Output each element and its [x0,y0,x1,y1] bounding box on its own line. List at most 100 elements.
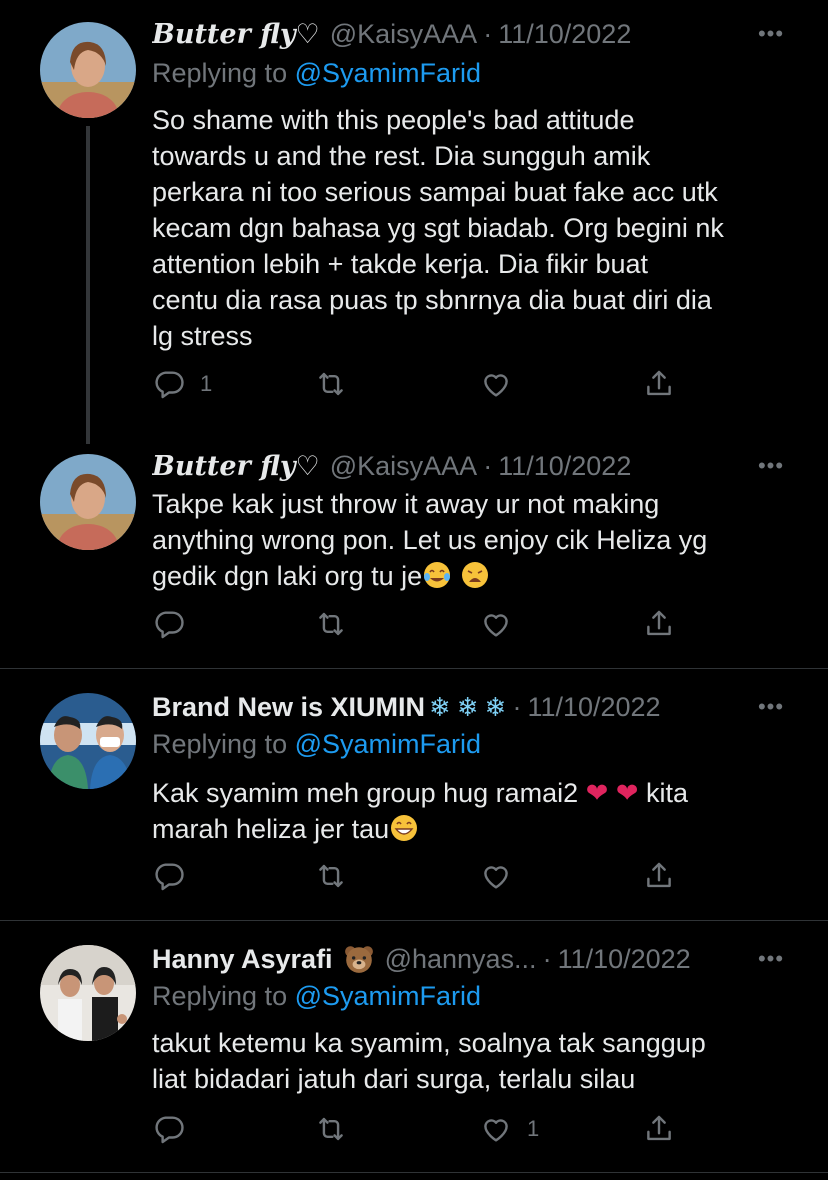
like-button[interactable]: 1 [479,1107,539,1151]
retweet-icon [314,1112,348,1146]
tweet-text: Kak syamim meh group hug ramai2 ❤ ❤ kita… [152,775,792,847]
more-icon[interactable]: ••• [756,448,786,484]
action-bar [152,854,712,898]
replying-to: Replying to @SyamimFarid [152,729,481,760]
share-button[interactable] [642,1107,676,1151]
tweet-date[interactable]: 11/10/2022 [498,451,631,482]
reply-icon [152,1112,186,1146]
tweet-text-line: takut ketemu ka syamim, soalnya tak sang… [152,1028,706,1058]
like-icon [479,1112,513,1146]
like-icon [479,607,513,641]
share-icon [642,607,676,641]
retweet-icon [314,367,348,401]
tweet-text-line-with-emoji: marah heliza jer tau [152,811,792,847]
tweet-text-line: lg stress [152,321,253,351]
tweet-date[interactable]: 11/10/2022 [558,944,691,975]
user-handle[interactable]: @KaisyAAA [330,451,477,482]
tweet-text-line: So shame with this people's bad attitude [152,105,635,135]
action-bar [152,602,712,646]
like-icon [479,859,513,893]
replying-to: Replying to @SyamimFarid [152,58,481,89]
avatar[interactable] [40,945,136,1041]
user-handle[interactable]: @hannyas... [385,944,537,975]
tears-of-joy-emoji-icon [424,562,451,588]
mention-link[interactable]: @SyamimFarid [295,58,481,88]
tweet-text-line: kecam dgn bahasa yg sgt biadab. Org begi… [152,213,724,243]
like-count: 1 [527,1116,540,1141]
divider [0,1172,828,1173]
tweet-text-line-with-emoji: Kak syamim meh group hug ramai2 ❤ ❤ kita [152,775,792,811]
like-button[interactable] [479,854,513,898]
tweet-text-segment: marah heliza jer tau [152,814,390,844]
tweet-text: takut ketemu ka syamim, soalnya tak sang… [152,1025,792,1097]
mention-link[interactable]: @SyamimFarid [295,729,481,759]
tweet[interactable]: Butter fly♡ @KaisyAAA · 11/10/2022 ••• R… [0,0,828,444]
display-name[interactable]: Butter fly♡ [152,451,320,482]
reply-icon [152,367,186,401]
separator-dot: · [483,450,493,481]
snowflake-icon: ❄ [456,691,479,722]
share-button[interactable] [642,854,676,898]
action-bar: 1 [152,362,712,406]
replying-prefix: Replying to [152,58,288,88]
like-button[interactable] [479,362,513,406]
share-button[interactable] [642,362,676,406]
tweet-header: Hanny Asyrafi @hannyas... · 11/10/2022 [152,941,768,977]
retweet-button[interactable] [314,602,348,646]
more-icon[interactable]: ••• [756,16,786,52]
snowflake-icon: ❄ [429,691,451,722]
reply-button[interactable] [152,854,186,898]
tweet-date[interactable]: 11/10/2022 [498,19,631,50]
reply-count: 1 [200,371,213,396]
display-name[interactable]: Brand New is XIUMIN [152,692,425,723]
replying-prefix: Replying to [152,981,288,1011]
display-name[interactable]: Butter fly♡ [152,19,320,50]
retweet-icon [314,859,348,893]
tweet-text-segment: kita [645,778,689,808]
weary-face-emoji-icon [461,562,488,588]
tweet-text: Takpe kak just throw it away ur not maki… [152,486,792,594]
tweet-text-segment: Kak syamim meh group hug ramai2 [152,778,579,808]
tweet[interactable]: Brand New is XIUMIN ❄ ❄ ❄ · 11/10/2022 •… [0,669,828,920]
tweet-text-line-with-emoji: gedik dgn laki org tu je [152,558,792,594]
reply-icon [152,607,186,641]
red-heart-emoji-icon: ❤ [585,778,609,808]
tweet-text: So shame with this people's bad attitude… [152,102,792,354]
retweet-icon [314,607,348,641]
tweet-date[interactable]: 11/10/2022 [527,692,660,723]
more-icon[interactable]: ••• [756,689,786,725]
tweet-header: Brand New is XIUMIN ❄ ❄ ❄ · 11/10/2022 [152,689,768,725]
retweet-button[interactable] [314,362,348,406]
user-handle[interactable]: @KaisyAAA [330,19,477,50]
reply-button[interactable] [152,602,186,646]
retweet-button[interactable] [314,1107,348,1151]
replying-to: Replying to @SyamimFarid [152,981,481,1012]
tweet-text-line: anything wrong pon. Let us enjoy cik Hel… [152,525,708,555]
share-button[interactable] [642,602,676,646]
avatar[interactable] [40,454,136,550]
share-icon [642,859,676,893]
avatar[interactable] [40,693,136,789]
tweet-text-line: liat bidadari jatuh dari surga, terlalu … [152,1064,636,1094]
separator-dot: · [512,691,522,722]
retweet-button[interactable] [314,854,348,898]
tweet-text-line: centu dia rasa puas tp sbnrnya dia buat … [152,285,712,315]
reply-button[interactable] [152,1107,186,1151]
mention-link[interactable]: @SyamimFarid [295,981,481,1011]
action-bar: 1 [152,1107,712,1151]
bear-emoji-icon [344,946,373,973]
tweet[interactable]: Hanny Asyrafi @hannyas... · 11/10/2022 •… [0,921,828,1173]
more-icon[interactable]: ••• [756,941,786,977]
tweet[interactable]: Butter fly♡ @KaisyAAA · 11/10/2022 ••• T… [0,444,828,668]
avatar[interactable] [40,22,136,118]
tweet-text-line: towards u and the rest. Dia sungguh amik [152,141,651,171]
snowflake-icon: ❄ [484,691,507,722]
like-icon [479,367,513,401]
grinning-face-emoji-icon [391,815,418,841]
separator-dot: · [483,18,493,49]
share-icon [642,1112,676,1146]
like-button[interactable] [479,602,513,646]
reply-button[interactable]: 1 [152,362,212,406]
display-name[interactable]: Hanny Asyrafi [152,944,333,975]
tweet-text-segment: gedik dgn laki org tu je [152,561,423,591]
